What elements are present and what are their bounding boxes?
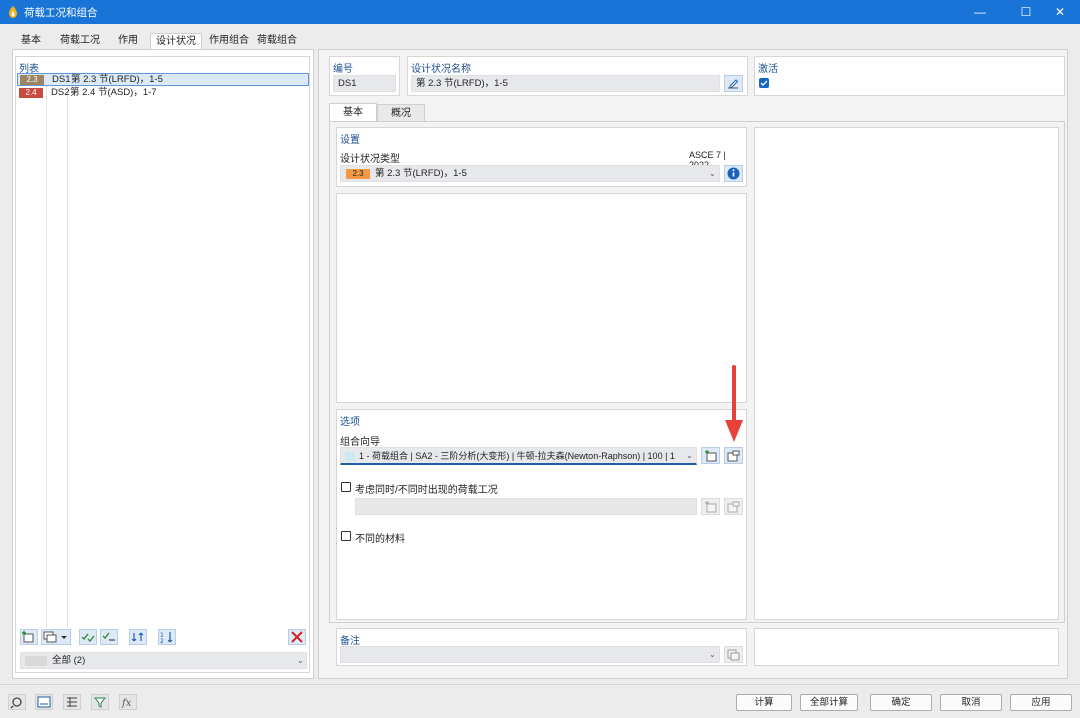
tab-actions[interactable]: 作用 [110, 33, 146, 49]
wizard-label: 组合向导 [340, 437, 380, 448]
name-panel: 设计状况名称 第 2.3 节(LRFD)，1-5 [407, 56, 748, 96]
comment-select[interactable]: ⌄ [340, 646, 720, 663]
new-simultaneous-icon [701, 498, 720, 515]
edit-wizard-icon[interactable] [724, 447, 743, 464]
copy-item-icon[interactable] [41, 629, 71, 645]
materials-label: 不同的材料 [355, 534, 405, 545]
calculate-button[interactable]: 计算 [736, 694, 792, 711]
settings-header: 设置 [340, 135, 360, 146]
column-divider [46, 73, 47, 628]
uncheck-all-icon[interactable] [100, 629, 118, 645]
item-code: DS2 [51, 87, 70, 98]
tab-basic[interactable]: 基本 [12, 33, 50, 49]
list-panel: 列表 2.3 DS1 第 2.3 节(LRFD)，1-5 2.4 DS2 第 2… [15, 56, 310, 673]
item-code: DS1 [52, 74, 71, 85]
app-icon [9, 6, 17, 18]
filter-select[interactable]: 全部 (2) ⌄ [20, 652, 307, 669]
wizard-swatch [345, 452, 355, 461]
chevron-down-icon: ⌄ [297, 656, 304, 665]
name-label: 设计状况名称 [411, 64, 471, 75]
wizard-value: 1 - 荷载组合 | SA2 - 三阶分析(大变形) | 牛顿-拉夫森(Newt… [359, 451, 675, 461]
sort-icon[interactable]: 12 [158, 629, 176, 645]
filter-icon[interactable] [91, 694, 109, 710]
type-value: 第 2.3 节(LRFD)，1-5 [375, 168, 467, 179]
number-panel: 编号 DS1 [329, 56, 400, 96]
materials-checkbox[interactable] [341, 531, 351, 541]
item-badge: 2.3 [20, 75, 44, 85]
number-label: 编号 [333, 64, 353, 75]
comment-panel: 备注 ⌄ [336, 628, 747, 666]
title-bar: 荷载工况和组合 — ☐ ✕ [0, 0, 1080, 24]
active-label: 激活 [758, 64, 778, 75]
simultaneous-label: 考虑同时/不同时出现的荷载工况 [355, 485, 498, 496]
tab-load-combinations[interactable]: 荷载组合 [254, 33, 300, 49]
arrow-down-icon [725, 365, 743, 442]
comment-right-panel [754, 628, 1059, 666]
name-field[interactable]: 第 2.3 节(LRFD)，1-5 [411, 75, 720, 92]
tab-load-cases[interactable]: 荷载工况 [54, 33, 106, 49]
new-wizard-icon[interactable] [701, 447, 720, 464]
footer-divider [0, 684, 1080, 685]
edit-simultaneous-icon [724, 498, 743, 515]
check-all-icon[interactable] [79, 629, 97, 645]
delete-icon[interactable] [288, 629, 306, 645]
list-item[interactable]: 2.3 DS1 第 2.3 节(LRFD)，1-5 [17, 73, 309, 86]
active-panel: 激活 [754, 56, 1065, 96]
settings-panel: 设置 设计状况类型 ASCE 7 | 2022 2.3 第 2.3 节(LRFD… [336, 127, 747, 187]
item-badge: 2.4 [19, 88, 43, 98]
svg-text:2: 2 [160, 638, 164, 644]
filter-swatch [25, 656, 47, 666]
simultaneous-field [355, 498, 697, 515]
copy-comment-icon[interactable] [724, 646, 743, 663]
tab-action-combinations[interactable]: 作用组合 [204, 33, 254, 49]
chevron-down-icon: ⌄ [686, 451, 693, 460]
units-icon[interactable] [35, 694, 53, 710]
options-panel: 选项 组合向导 1 - 荷载组合 | SA2 - 三阶分析(大变形) | 牛顿-… [336, 409, 747, 620]
right-blank-panel [754, 127, 1059, 620]
active-checkbox[interactable] [759, 78, 769, 88]
wizard-select[interactable]: 1 - 荷载组合 | SA2 - 三阶分析(大变形) | 牛顿-拉夫森(Newt… [340, 447, 697, 465]
minimize-button[interactable]: — [960, 0, 1000, 24]
info-icon[interactable] [724, 165, 743, 182]
calculate-all-button[interactable]: 全部计算 [800, 694, 858, 711]
ok-button[interactable]: 确定 [870, 694, 932, 711]
table-icon[interactable] [63, 694, 81, 710]
chevron-down-icon: ⌄ [709, 169, 716, 178]
column-divider [67, 73, 68, 628]
apply-button[interactable]: 应用 [1010, 694, 1072, 711]
type-select[interactable]: 2.3 第 2.3 节(LRFD)，1-5 ⌄ [340, 165, 720, 182]
number-field[interactable]: DS1 [333, 75, 396, 92]
simultaneous-checkbox[interactable] [341, 482, 351, 492]
item-name: 第 2.3 节(LRFD)，1-5 [71, 74, 163, 85]
type-badge: 2.3 [346, 169, 370, 179]
tab-design-situations[interactable]: 设计状况 [150, 33, 202, 50]
renumber-icon[interactable] [129, 629, 147, 645]
list-item[interactable]: 2.4 DS2 第 2.4 节(ASD)，1-7 [17, 87, 309, 100]
search-icon[interactable] [8, 694, 26, 710]
blank-panel [336, 193, 747, 403]
cancel-button[interactable]: 取消 [940, 694, 1002, 711]
type-label: 设计状况类型 [340, 154, 400, 165]
edit-name-icon[interactable] [724, 75, 743, 92]
svg-text:fx: fx [121, 698, 132, 709]
filter-value: 全部 (2) [52, 655, 86, 666]
chevron-down-icon: ⌄ [709, 650, 716, 659]
options-header: 选项 [340, 417, 360, 428]
comment-header: 备注 [340, 636, 360, 647]
formula-icon[interactable]: fx [119, 694, 137, 710]
close-button[interactable]: ✕ [1040, 0, 1080, 24]
subtab-basic[interactable]: 基本 [329, 103, 377, 122]
window-title: 荷载工况和组合 [24, 7, 98, 19]
subtab-summary[interactable]: 概况 [377, 104, 425, 122]
item-name: 第 2.4 节(ASD)，1-7 [70, 87, 157, 98]
new-item-icon[interactable] [20, 629, 38, 645]
